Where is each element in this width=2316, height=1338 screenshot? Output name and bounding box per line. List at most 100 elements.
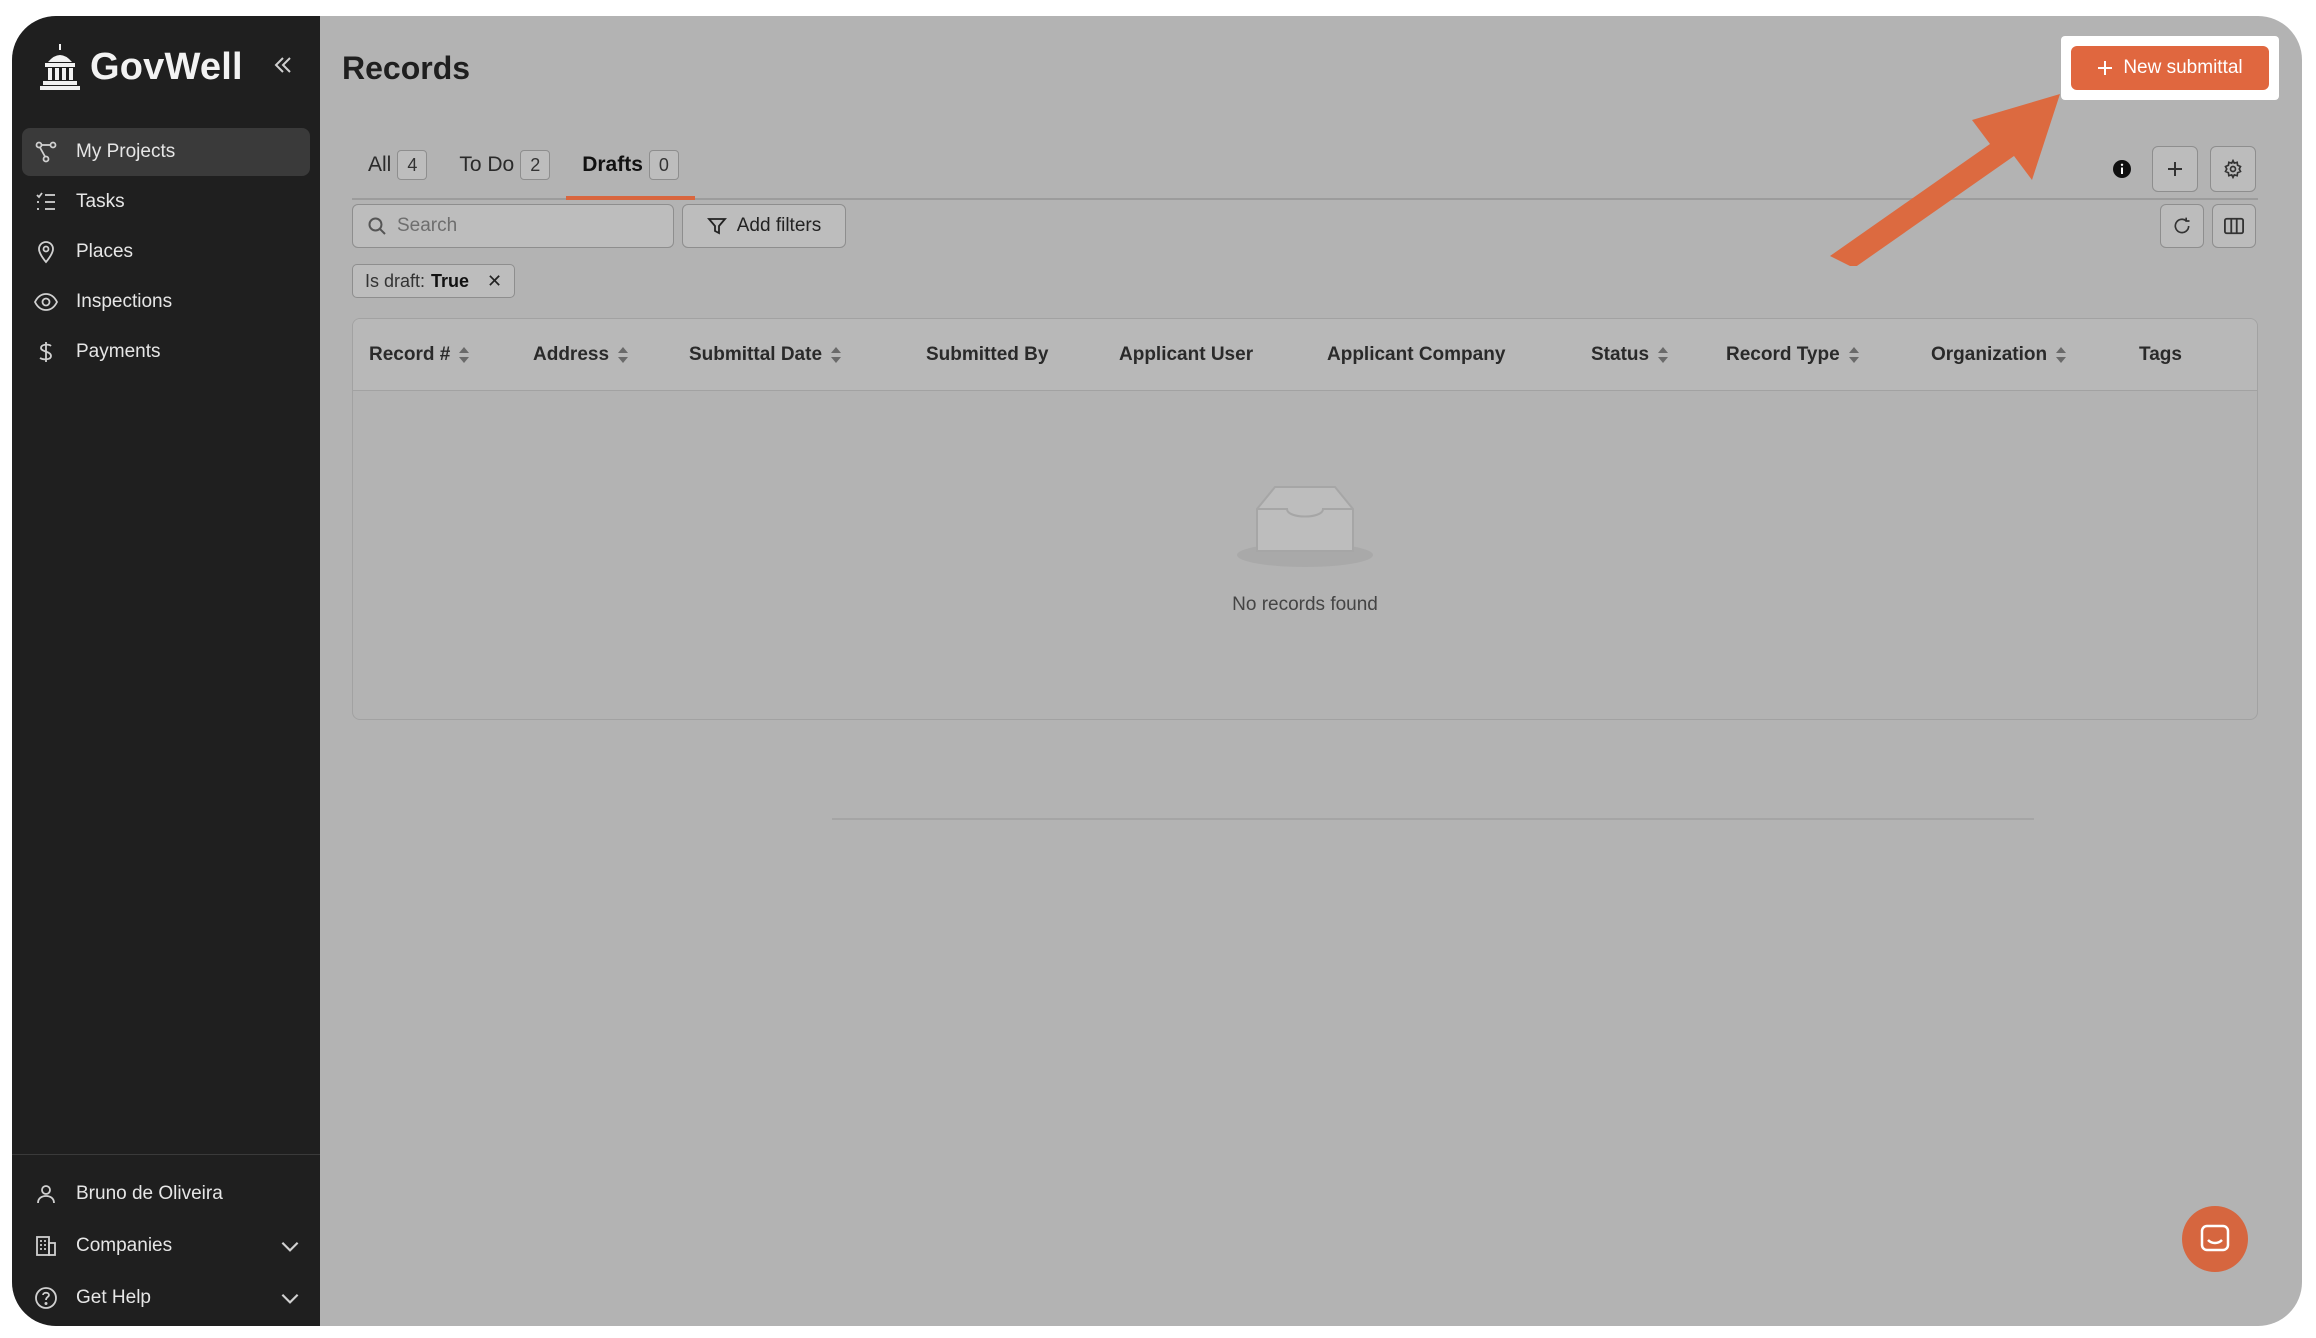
empty-state: No records found [353,479,2257,616]
user-icon [37,1185,55,1204]
column-label: Record Type [1726,344,1840,365]
tab-all[interactable]: All 4 [352,132,443,198]
column-submittal-date[interactable]: Submittal Date [689,319,842,391]
sidebar-item-inspections[interactable]: Inspections [22,278,310,326]
sidebar-item-label: Tasks [76,191,125,212]
sidebar-item-my-projects[interactable]: My Projects [22,128,310,176]
new-submittal-label: New submittal [2123,57,2243,78]
active-filter-chip[interactable]: Is draft: True ✕ [352,264,516,298]
remove-filter-icon[interactable]: ✕ [487,271,502,292]
app-window: GovWell My Projects Tasks Places Inspect… [12,16,2302,1326]
refresh-icon [2174,217,2190,234]
sort-icon [1848,347,1859,363]
column-applicant-company[interactable]: Applicant Company [1327,319,1505,391]
sort-icon [618,347,629,363]
chevron-down-icon [281,1293,299,1304]
tab-count: 2 [520,150,551,180]
double-chevron-left-icon [274,57,291,73]
divider [832,818,2034,820]
map-pin-icon [38,241,54,264]
plus-icon [2168,162,2182,176]
tab-actions [2110,146,2256,192]
table-tools [2160,204,2256,248]
sidebar-item-places[interactable]: Places [22,228,310,276]
refresh-button[interactable] [2160,204,2204,248]
tab-count: 0 [648,150,679,180]
column-tags[interactable]: Tags [2139,319,2182,391]
column-label: Address [533,344,610,365]
tab-label: Drafts [582,153,643,176]
capitol-icon [40,44,80,90]
main-content: Records New submittal All 4 To Do 2 Draf… [320,16,2302,1326]
collapse-sidebar-button[interactable] [268,50,298,80]
columns-icon [2224,217,2244,235]
column-organization[interactable]: Organization [1931,319,2067,391]
add-filters-label: Add filters [736,215,822,236]
column-status[interactable]: Status [1591,319,1669,391]
tab-drafts[interactable]: Drafts 0 [566,132,695,200]
dollar-icon [39,342,52,362]
eye-icon [34,293,58,311]
tab-to-do[interactable]: To Do 2 [443,132,566,198]
column-label: Status [1591,344,1650,365]
add-tab-button[interactable] [2152,146,2198,192]
columns-button[interactable] [2212,204,2256,248]
column-label: Applicant Company [1327,344,1506,365]
column-label: Applicant User [1119,344,1254,365]
plus-icon [2098,61,2113,75]
column-label: Submittal Date [689,344,823,365]
column-label: Organization [1931,344,2048,365]
tab-count: 4 [397,150,428,180]
building-icon [36,1236,56,1256]
app-logo[interactable]: GovWell [40,42,243,92]
sidebar-item-label: Inspections [76,291,173,312]
chat-support-button[interactable] [2182,1206,2248,1272]
search-input[interactable] [397,215,657,237]
user-name: Bruno de Oliveira [76,1183,223,1204]
sidebar-item-payments[interactable]: Payments [22,328,310,376]
page-title: Records [342,50,471,86]
column-applicant-user[interactable]: Applicant User [1119,319,1253,391]
filter-key: Is draft: [365,270,426,291]
sidebar-nav: My Projects Tasks Places Inspections Pay… [22,128,310,378]
sidebar-item-get-help[interactable]: Get Help [22,1273,310,1323]
sort-icon [459,347,470,363]
column-address[interactable]: Address [533,319,629,391]
sidebar-item-user[interactable]: Bruno de Oliveira [22,1169,310,1219]
sidebar-footer: Bruno de Oliveira Companies Get Help [12,1154,320,1326]
chevron-down-icon [281,1241,299,1252]
column-submitted-by[interactable]: Submitted By [926,319,1048,391]
column-label: Submitted By [926,344,1049,365]
sidebar: GovWell My Projects Tasks Places Inspect… [12,16,320,1326]
sort-icon [1658,347,1669,363]
add-filters-button[interactable]: Add filters [682,204,846,248]
empty-state-text: No records found [1232,594,1378,615]
column-label: Record # [369,344,451,365]
column-label: Tags [2139,344,2182,365]
tab-label: All [368,153,392,176]
new-submittal-highlight: New submittal [2061,36,2279,100]
info-icon[interactable] [2110,157,2134,181]
sidebar-item-label: Companies [76,1235,173,1256]
table-header: Record # Address Submittal Date Submitte… [353,319,2257,391]
column-record-type[interactable]: Record Type [1726,319,1860,391]
app-name: GovWell [90,45,243,88]
column-record-number[interactable]: Record # [369,319,470,391]
sidebar-item-label: Places [76,241,134,262]
sidebar-item-label: My Projects [76,141,176,162]
gear-icon [2224,159,2242,179]
sidebar-item-companies[interactable]: Companies [22,1221,310,1271]
sidebar-item-label: Payments [76,341,161,362]
search-field[interactable] [352,204,674,248]
sort-icon [2056,347,2067,363]
chat-icon [2200,1224,2230,1252]
tab-settings-button[interactable] [2210,146,2256,192]
filter-value: True [431,270,470,291]
sidebar-item-tasks[interactable]: Tasks [22,178,310,226]
empty-inbox-icon [1237,486,1373,567]
sort-icon [831,347,842,363]
help-icon [35,1287,57,1309]
search-icon [368,217,386,235]
new-submittal-button[interactable]: New submittal [2071,46,2269,90]
sidebar-item-label: Get Help [76,1287,151,1308]
